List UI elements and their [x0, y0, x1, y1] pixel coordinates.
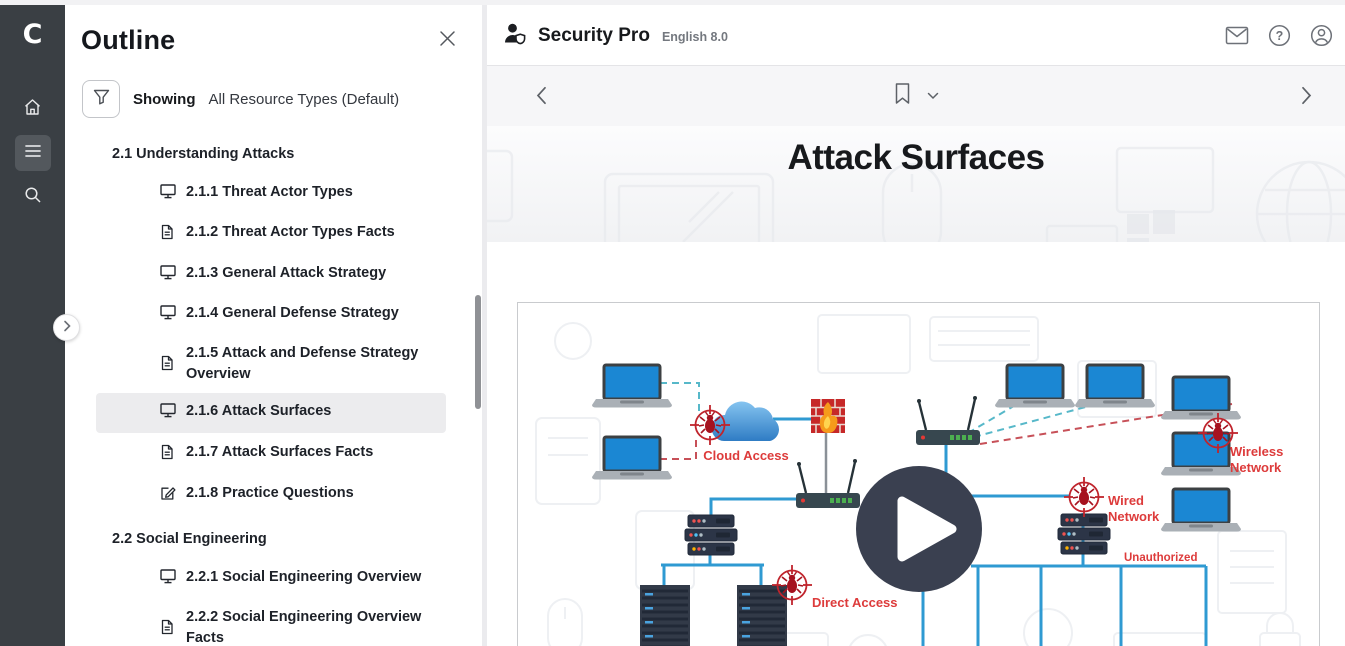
outline-item[interactable]: 2.2.2 Social Engineering Overview Facts — [160, 607, 446, 646]
label-wireless-2: Network — [1230, 460, 1282, 475]
chevron-right-icon — [63, 319, 71, 337]
next-lesson-button[interactable] — [1301, 86, 1312, 110]
play-button[interactable] — [856, 466, 982, 592]
video-icon — [160, 403, 176, 425]
outline-item-label: 2.1.4 General Defense Strategy — [186, 303, 446, 324]
outline-section[interactable]: 2.2 Social Engineering — [112, 529, 446, 550]
video-icon — [160, 184, 176, 206]
outline-panel-title: Outline — [81, 25, 175, 56]
filter-value[interactable]: All Resource Types (Default) — [209, 91, 400, 108]
main-area: Security Pro English 8.0 ? — [487, 5, 1345, 646]
filter-icon — [93, 89, 110, 110]
search-icon — [24, 186, 42, 209]
sidebar-item-search[interactable] — [15, 179, 51, 215]
sidebar-item-home[interactable] — [15, 91, 51, 127]
bug-icon — [1064, 477, 1104, 517]
previous-lesson-button[interactable] — [536, 86, 547, 110]
outline-item[interactable]: 2.1.4 General Defense Strategy — [160, 303, 446, 327]
practice-icon — [160, 485, 176, 508]
outline-item-label: 2.1.8 Practice Questions — [186, 483, 446, 504]
outline-item[interactable]: 2.1.7 Attack Surfaces Facts — [160, 442, 446, 467]
firewall-icon — [811, 399, 845, 433]
outline-scrollbar-thumb[interactable] — [475, 295, 481, 409]
document-icon — [160, 444, 176, 467]
outline-item[interactable]: 2.1.1 Threat Actor Types — [160, 182, 446, 206]
app-sidebar-nav — [0, 91, 65, 215]
filter-row: Showing All Resource Types (Default) — [65, 56, 482, 122]
top-strip — [0, 0, 1345, 5]
bookmark-button[interactable] — [894, 82, 911, 110]
label-cloud-access: Cloud Access — [703, 448, 789, 463]
outline-item-label: 2.1.7 Attack Surfaces Facts — [186, 442, 446, 463]
outline-item[interactable]: 2.1.3 General Attack Strategy — [160, 263, 446, 287]
label-wired-1: Wired — [1108, 493, 1144, 508]
account-icon[interactable] — [1310, 24, 1333, 47]
video-icon — [160, 569, 176, 591]
panel-divider — [482, 5, 487, 646]
lesson-toolbar — [487, 66, 1345, 126]
outline-list: 2.1 Understanding Attacks 2.1.1 Threat A… — [65, 122, 482, 646]
video-icon — [160, 265, 176, 287]
outline-item[interactable]: 2.2.1 Social Engineering Overview — [160, 567, 446, 591]
video-player[interactable]: Cloud Access Direct Access Wireless Netw… — [517, 302, 1320, 646]
help-glyph: ? — [1276, 29, 1284, 43]
outline-item-label: 2.1.3 General Attack Strategy — [186, 263, 446, 284]
label-direct-access: Direct Access — [812, 595, 898, 610]
bookmark-dropdown-button[interactable] — [927, 87, 939, 105]
document-icon — [160, 619, 176, 642]
outline-item[interactable]: 2.1.8 Practice Questions — [160, 483, 446, 508]
filter-button[interactable] — [82, 80, 120, 118]
outline-item-label: 2.2.2 Social Engineering Overview Facts — [186, 607, 446, 646]
lesson-banner: Attack Surfaces — [487, 126, 1345, 242]
label-unauthorized: Unauthorized — [1124, 552, 1197, 564]
outline-item-label: 2.1.2 Threat Actor Types Facts — [186, 222, 446, 243]
sidebar-item-outline[interactable] — [15, 135, 51, 171]
outline-panel: Outline Showing All Resource Types (Defa… — [65, 5, 482, 646]
lesson-content: Cloud Access Direct Access Wireless Netw… — [487, 242, 1345, 646]
outline-item-selected[interactable]: 2.1.6 Attack Surfaces — [96, 393, 446, 433]
course-title: Security Pro — [538, 25, 650, 47]
menu-icon — [24, 144, 42, 163]
document-icon — [160, 224, 176, 247]
network-diagram: Cloud Access Direct Access Wireless Netw… — [518, 303, 1319, 646]
outline-item[interactable]: 2.1.2 Threat Actor Types Facts — [160, 222, 446, 247]
label-wired-2: Network — [1108, 509, 1160, 524]
outline-close-button[interactable] — [435, 26, 460, 56]
document-icon — [160, 355, 176, 378]
course-header: Security Pro English 8.0 ? — [487, 5, 1345, 66]
outline-item-label: 2.1.5 Attack and Defense Strategy Overvi… — [186, 343, 446, 385]
app-logo[interactable]: C — [0, 5, 65, 63]
outline-collapse-button[interactable] — [53, 314, 80, 341]
outline-item-label: 2.2.1 Social Engineering Overview — [186, 567, 446, 588]
lesson-title: Attack Surfaces — [487, 138, 1345, 178]
outline-section[interactable]: 2.1 Understanding Attacks — [112, 144, 446, 165]
home-icon — [23, 98, 42, 121]
page: C Outline — [0, 0, 1345, 646]
label-wireless-1: Wireless — [1230, 444, 1283, 459]
course-edition: English 8.0 — [662, 27, 728, 44]
outline-item[interactable]: 2.1.5 Attack and Defense Strategy Overvi… — [160, 343, 446, 385]
course-shield-user-icon — [503, 22, 528, 50]
video-icon — [160, 305, 176, 327]
outline-item-label: 2.1.6 Attack Surfaces — [186, 401, 436, 422]
filter-showing-label: Showing — [133, 91, 196, 108]
outline-item-label: 2.1.1 Threat Actor Types — [186, 182, 446, 203]
help-icon[interactable]: ? — [1268, 24, 1291, 47]
close-icon — [439, 34, 456, 51]
mail-icon[interactable] — [1225, 26, 1249, 45]
